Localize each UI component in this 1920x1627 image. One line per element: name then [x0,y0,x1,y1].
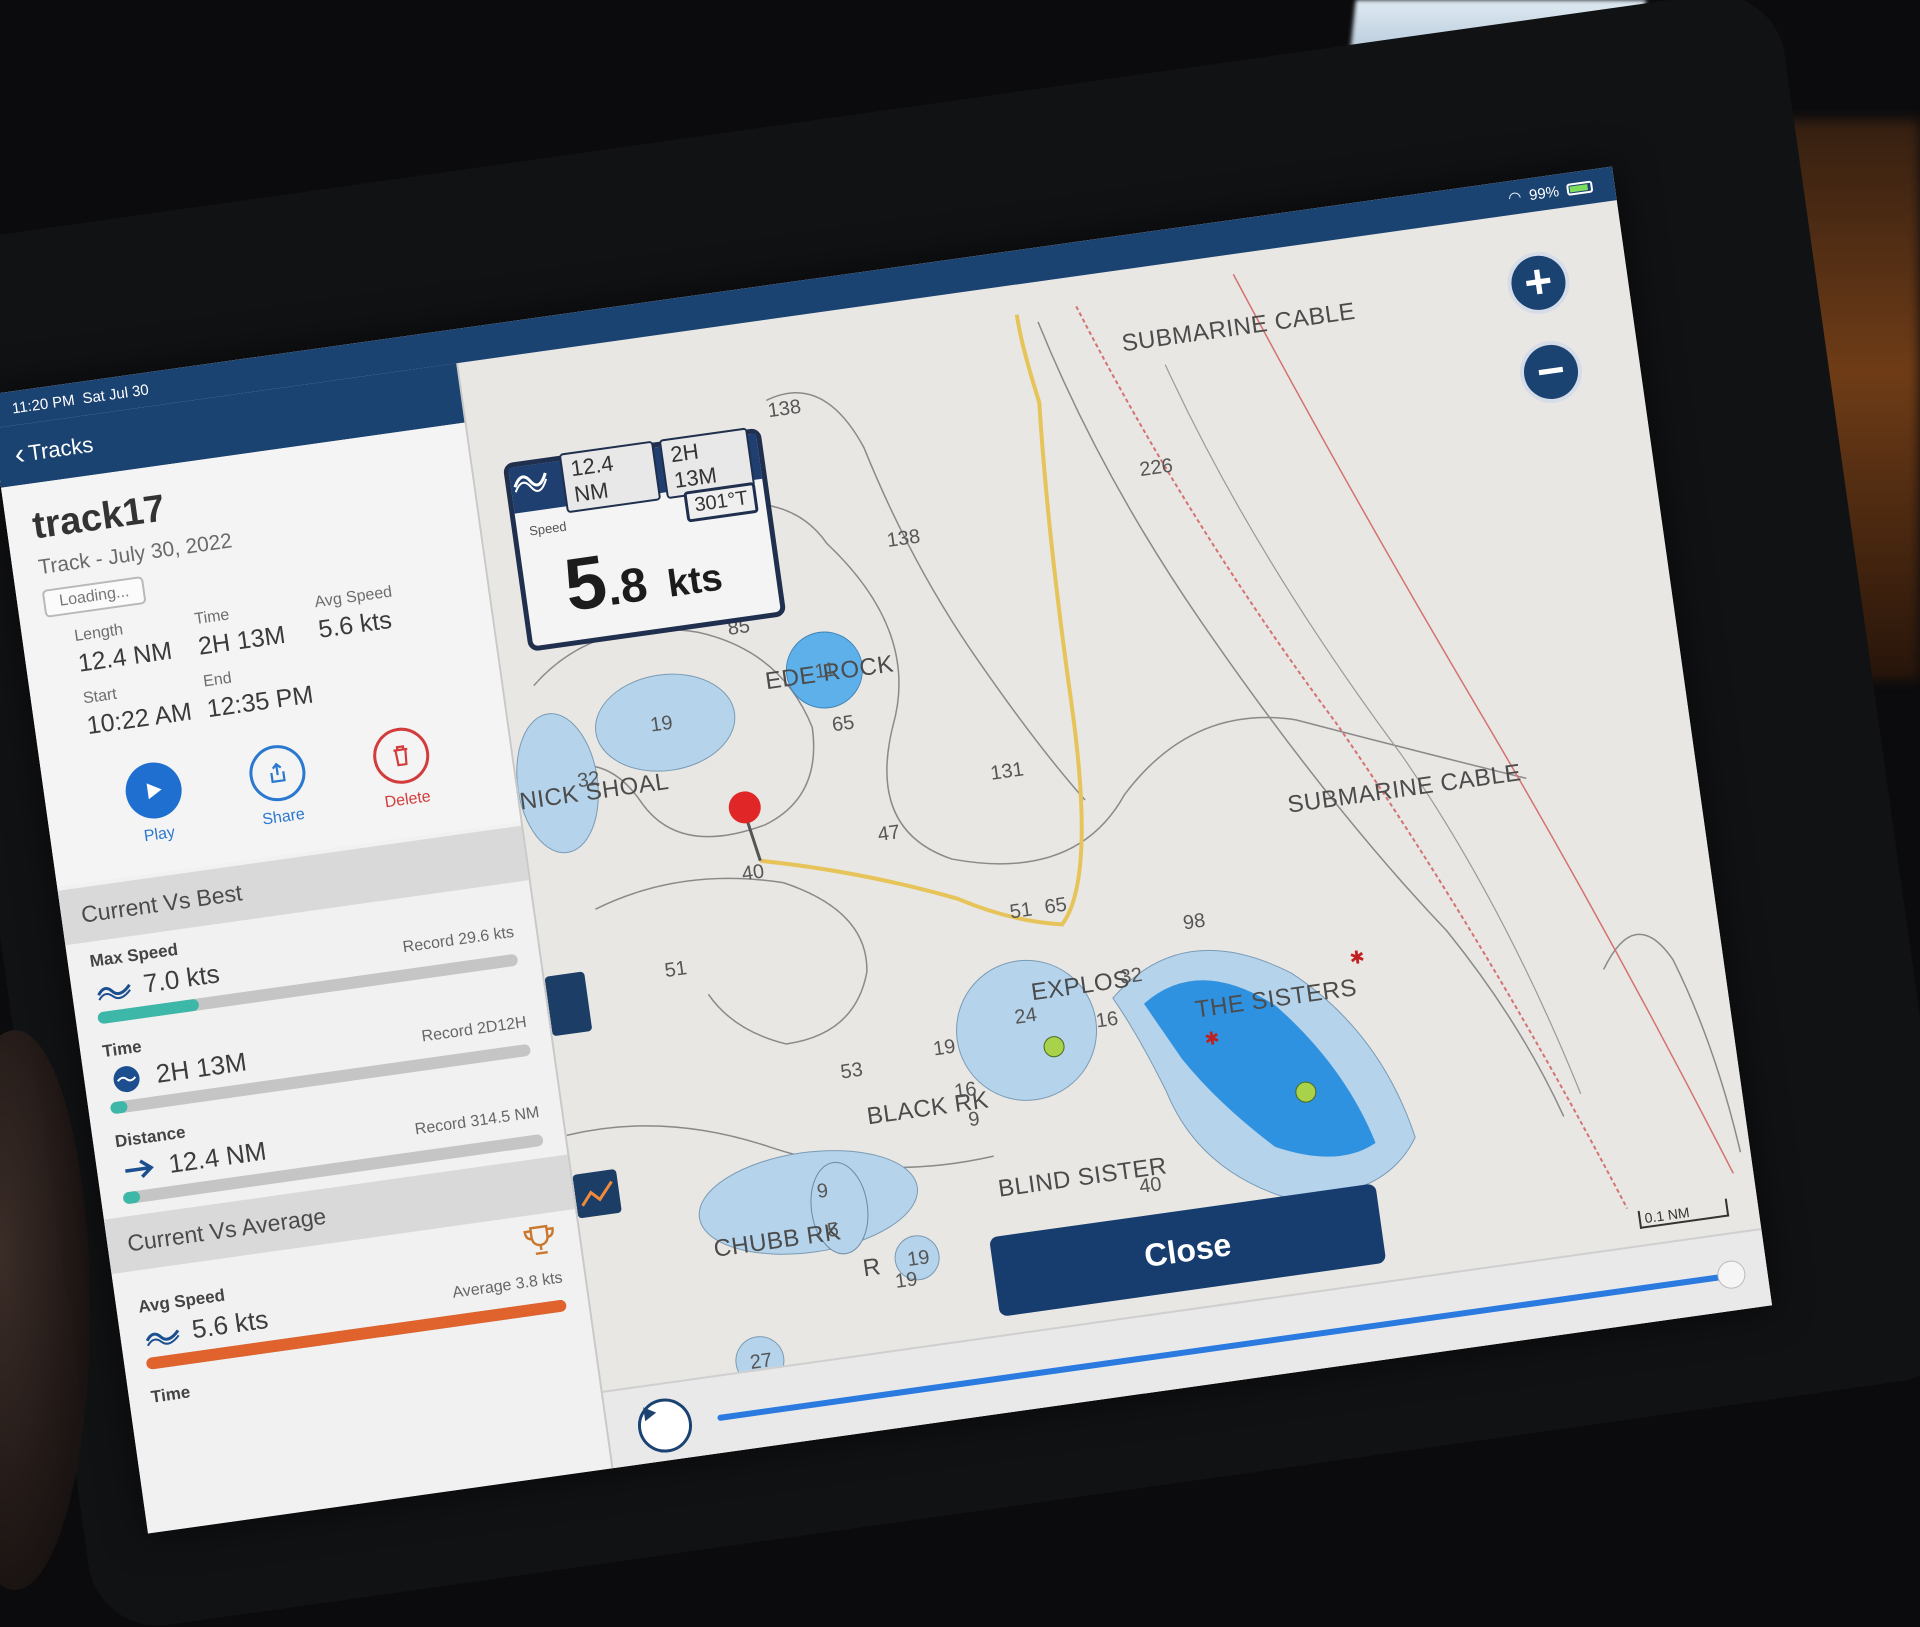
map-label-r: R [861,1253,883,1283]
play-track-button[interactable]: Play [100,756,210,851]
cmp-value: 7.0 kts [141,958,222,999]
clock-wave-icon [105,1061,149,1096]
dashboard-speed: 5.8 kts [559,522,726,628]
depth-sounding: 51 [1008,898,1034,924]
chart-graph-icon[interactable] [572,1168,622,1219]
depth-sounding: 24 [1013,1003,1039,1029]
depth-sounding: 65 [1043,893,1069,919]
trophy-icon [521,1222,560,1263]
play-icon[interactable] [634,1395,696,1457]
cmp-record: Record 2D12H [420,1013,528,1046]
nautical-chart-map[interactable]: ✱ ✱ SUBMARINE CABLE SUBMARINE CABLE EDE … [458,200,1773,1469]
status-time: 11:20 PM [10,391,76,417]
depth-sounding: 11 [813,658,837,684]
cmp-record: Record 29.6 kts [401,923,515,956]
dashboard-speed-label: Speed [528,518,568,539]
cmp-record: Record 314.5 NM [413,1103,541,1138]
svg-text:✱: ✱ [1203,1028,1221,1050]
depth-sounding: 226 [1138,454,1175,482]
progress-fill [122,1190,141,1205]
app-logo-icon [513,470,559,505]
depth-sounding: 51 [663,957,689,983]
share-label: Share [261,805,306,829]
delete-button[interactable]: Delete [348,721,458,816]
stat-avg-speed: Avg Speed 5.6 kts [314,577,441,644]
stat-length: Length 12.4 NM [73,611,200,678]
cmp-value: 5.6 kts [189,1303,270,1345]
depth-sounding: 32 [1118,963,1144,989]
depth-sounding: 138 [766,395,803,423]
wave-icon [92,971,136,1006]
play-icon [121,758,185,823]
trash-icon [369,724,434,788]
track-header: track17 Track - July 30, 2022 Loading...… [1,422,521,887]
delete-label: Delete [383,788,432,812]
progress-fill [109,1100,129,1115]
chevron-left-icon: ‹ [12,437,27,472]
wave-icon [140,1316,184,1351]
speed-unit: kts [664,556,726,606]
speed-fraction: .8 [603,558,651,617]
depth-sounding: 65 [830,711,856,737]
arrow-right-icon [117,1151,161,1186]
play-label: Play [142,824,177,846]
back-label: Tracks [26,431,95,466]
battery-icon [1565,180,1594,196]
depth-sounding: 138 [885,525,922,552]
depth-sounding: 98 [1181,909,1207,935]
cmp-average: Average 3.8 kts [451,1268,564,1302]
depth-sounding: 40 [1137,1173,1164,1199]
plus-icon: + [1520,254,1556,311]
minus-icon: − [1533,343,1569,400]
depth-sounding: 19 [893,1268,919,1293]
share-icon [245,741,310,805]
tablet-screen: 11:20 PM Sat Jul 30 ◠ 99% ‹ Tracks track… [0,166,1773,1534]
stat-time: Time 2H 13M [193,594,320,661]
depth-sounding: 53 [839,1058,865,1084]
depth-sounding: 19 [648,711,675,737]
depth-sounding: 16 [1094,1007,1120,1033]
collapse-panel-handle[interactable] [544,971,593,1037]
playback-knob[interactable] [1715,1258,1748,1291]
depth-sounding: 131 [988,758,1026,785]
depth-sounding: 40 [740,860,766,886]
share-button[interactable]: Share [224,738,334,833]
speed-whole: 5 [559,538,612,627]
cmp-label: Time [149,1382,192,1407]
status-date: Sat Jul 30 [81,380,150,408]
wifi-icon: ◠ [1507,188,1523,208]
svg-text:✱: ✱ [1348,947,1366,969]
battery-percent: 99% [1527,182,1561,204]
depth-sounding: 47 [876,821,902,847]
depth-sounding: 32 [575,767,602,793]
cmp-label: Time [101,1036,143,1062]
dashboard-distance: 12.4 NM [558,440,661,514]
depth-sounding: 19 [931,1035,957,1061]
depth-sounding: 16 [952,1078,978,1103]
speed-dashboard[interactable]: 12.4 NM 2H 13M 301°T Speed 5.8 kts [502,427,787,652]
